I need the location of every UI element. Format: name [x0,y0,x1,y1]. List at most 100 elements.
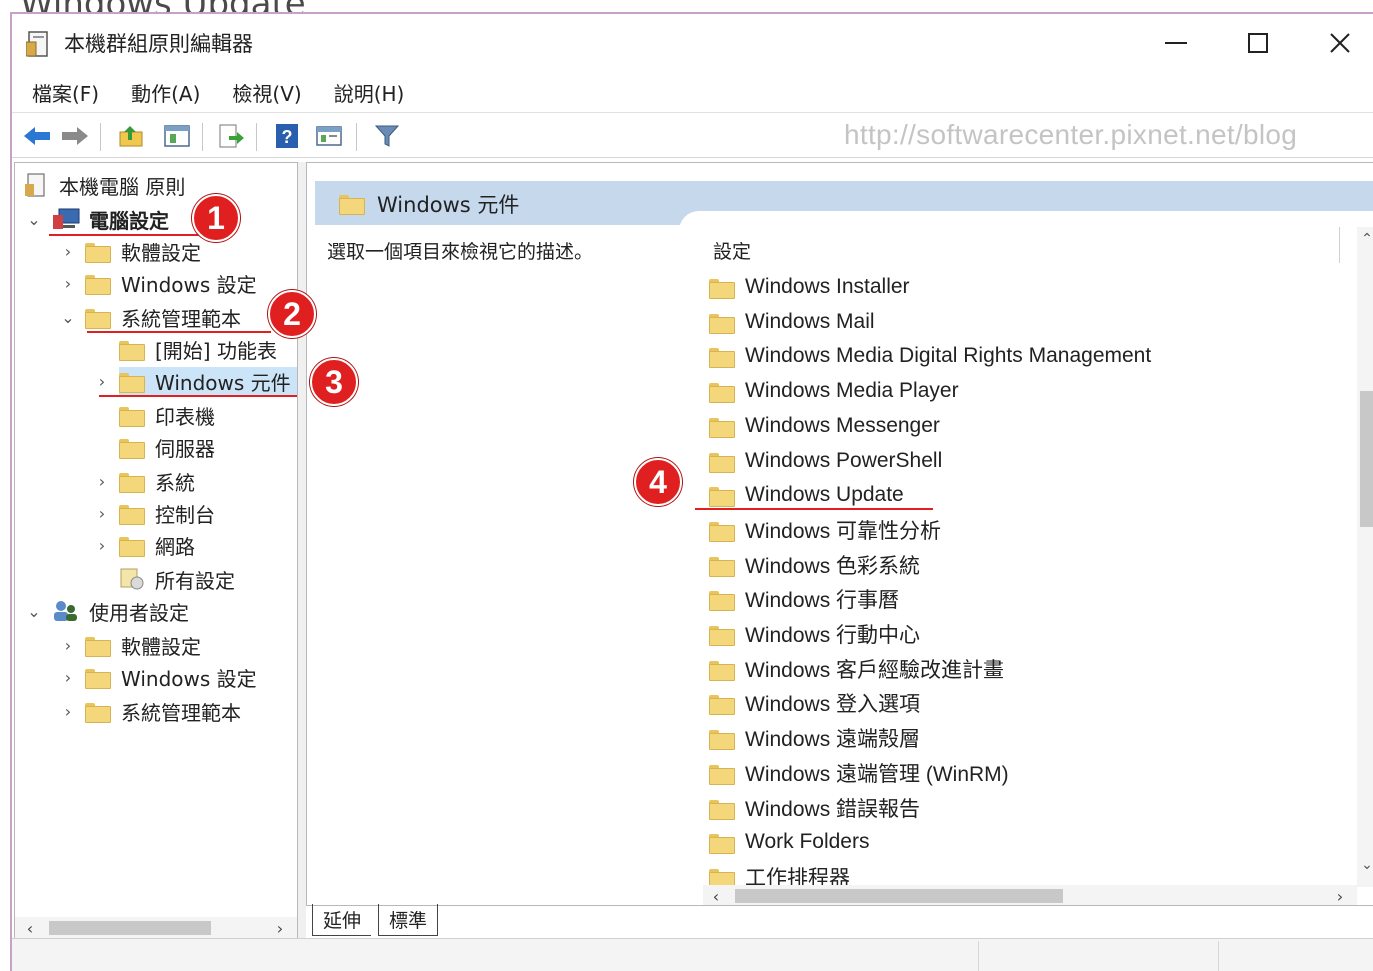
folder-icon [85,241,111,263]
chevron-down-icon[interactable]: ⌄ [25,602,43,621]
settings-list-item[interactable]: Windows Installer [709,271,910,303]
settings-list-item-label: Windows 客戶經驗改進計畫 [745,658,1005,682]
blog-watermark: http://softwarecenter.pixnet.net/blog [844,119,1298,150]
tree-item-printers[interactable]: 印表機 [119,399,215,431]
scroll-up-icon[interactable]: ⌃ [1357,229,1373,249]
chevron-right-icon[interactable]: › [93,472,111,491]
forward-arrow-icon[interactable] [60,121,90,151]
tree-item-start-menu[interactable]: [開始] 功能表 [119,333,277,365]
folder-icon [709,416,735,438]
settings-list-item[interactable]: Windows Messenger [709,410,940,442]
chevron-right-icon[interactable]: › [59,636,77,655]
up-folder-icon[interactable] [116,121,146,151]
chevron-down-icon[interactable]: ⌄ [25,210,43,229]
tab-extended[interactable]: 延伸 [312,904,372,936]
scroll-thumb[interactable] [49,921,211,935]
scroll-left-icon[interactable]: ‹ [705,885,727,906]
annotation-badge-1: 1 [192,194,240,242]
tree-item-server[interactable]: 伺服器 [119,431,215,463]
tree-item-software-settings[interactable]: › 軟體設定 [59,235,201,267]
pane-splitter[interactable] [298,162,306,940]
settings-list-item[interactable]: Windows 錯誤報告 [709,792,920,824]
settings-list-item-label: Windows 登入選項 [745,693,921,717]
settings-list-item[interactable]: Windows 登入選項 [709,687,920,719]
settings-list-item[interactable]: Windows 遠端殼層 [709,722,920,754]
settings-list-item[interactable]: Windows 行事曆 [709,583,899,615]
tree-item-admin-templates[interactable]: ⌄ 系統管理範本 [59,301,241,333]
show-hide-tree-icon[interactable] [162,121,192,151]
tree-item-all-settings[interactable]: 所有設定 [119,563,235,595]
tree-item-windows-components[interactable]: › Windows 元件 [93,365,297,397]
folder-icon [709,867,735,889]
close-button[interactable] [1310,22,1370,64]
details-horizontal-scrollbar[interactable]: ‹ › [703,885,1357,906]
tree-item-user-software-settings[interactable]: › 軟體設定 [59,629,201,661]
tree-item-computer-config[interactable]: ⌄ 電腦設定 [25,203,169,235]
tree-horizontal-scrollbar[interactable]: ‹ › [15,917,297,939]
settings-list-item[interactable]: Windows 行動中心 [709,618,920,650]
settings-list-item[interactable]: Windows 色彩系統 [709,549,920,581]
column-divider[interactable] [1339,227,1340,263]
menu-file[interactable]: 檔案(F) [32,78,99,107]
folder-icon [709,832,735,855]
settings-list-item[interactable]: Windows 可靠性分析 [709,514,941,546]
settings-list-item[interactable]: Windows 客戶經驗改進計畫 [709,653,1004,685]
settings-list-item[interactable]: Windows Update [709,479,904,511]
users-icon [54,601,77,621]
settings-list-item[interactable]: Windows Mail [709,306,875,338]
chevron-right-icon[interactable]: › [93,372,111,391]
maximize-button[interactable] [1228,22,1288,64]
scroll-right-icon[interactable]: › [269,917,291,939]
scroll-left-icon[interactable]: ‹ [19,917,41,939]
tree-label-user-admin-templates: 系統管理範本 [121,700,241,725]
chevron-right-icon[interactable]: › [93,504,111,523]
tree-root-label: 本機電腦 原則 [59,174,186,199]
chevron-right-icon[interactable]: › [59,274,77,293]
scroll-thumb[interactable] [735,889,1063,903]
menu-view[interactable]: 檢視(V) [232,78,301,107]
settings-list-item[interactable]: Windows 遠端管理 (WinRM) [709,757,1009,789]
settings-column-header[interactable]: 設定 [713,237,751,264]
tree-item-windows-settings[interactable]: › Windows 設定 [59,267,257,299]
settings-list-item-label: Windows 可靠性分析 [745,519,942,543]
menu-help[interactable]: 說明(H) [334,78,405,107]
annotation-underline-2 [87,331,271,333]
chevron-right-icon[interactable]: › [59,242,77,261]
minimize-icon [1165,42,1187,44]
scroll-right-icon[interactable]: › [1329,885,1351,906]
tree-pane: 本機電腦 原則 ⌄ 電腦設定 › 軟體設定 › Windows 設定 ⌄ 系統管… [14,162,298,940]
settings-list-item[interactable]: Windows PowerShell [709,445,942,477]
tree-item-network[interactable]: › 網路 [93,529,195,561]
properties-icon[interactable] [314,121,344,151]
export-list-icon[interactable] [216,121,246,151]
folder-icon [119,371,145,393]
chevron-right-icon[interactable]: › [93,536,111,555]
tree-item-user-admin-templates[interactable]: › 系統管理範本 [59,695,241,727]
tree-item-user-windows-settings[interactable]: › Windows 設定 [59,661,257,693]
details-vertical-scrollbar[interactable]: ⌃ ⌄ [1357,227,1373,887]
policy-doc-icon [25,173,45,197]
chevron-right-icon[interactable]: › [59,702,77,721]
folder-icon [709,451,735,473]
back-arrow-icon[interactable] [22,121,52,151]
folder-icon [119,339,145,361]
settings-list-item[interactable]: Work Folders [709,826,869,858]
settings-list-item-label: Windows PowerShell [745,448,943,472]
scroll-down-icon[interactable]: ⌄ [1357,855,1373,875]
tab-standard[interactable]: 標準 [378,904,439,936]
chevron-down-icon[interactable]: ⌄ [59,308,77,327]
minimize-button[interactable] [1146,22,1206,64]
settings-list-item[interactable]: Windows Media Player [709,375,959,407]
menu-action[interactable]: 動作(A) [131,78,200,107]
tree-item-user-config[interactable]: ⌄ 使用者設定 [25,595,189,627]
help-icon[interactable]: ? [272,121,302,151]
tree-root[interactable]: 本機電腦 原則 [25,169,185,201]
settings-list-item-label: Windows 行事曆 [745,589,900,613]
scroll-thumb[interactable] [1360,391,1373,527]
settings-list-item-label: Windows 錯誤報告 [745,797,921,821]
tree-item-control-panel[interactable]: › 控制台 [93,497,215,529]
chevron-right-icon[interactable]: › [59,668,77,687]
settings-list-item[interactable]: Windows Media Digital Rights Management [709,340,1151,372]
tree-item-system[interactable]: › 系統 [93,465,195,497]
filter-icon[interactable] [372,121,402,151]
